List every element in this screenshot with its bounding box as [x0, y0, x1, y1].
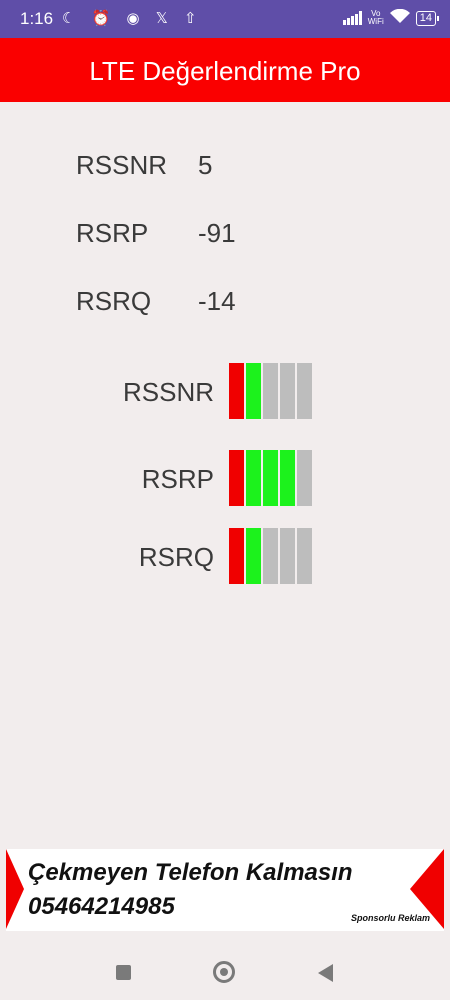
value-label: RSRP	[76, 218, 149, 248]
status-right: Vo WiFi 14	[342, 8, 440, 27]
value-row-rsrq: RSRQ -14	[76, 286, 236, 317]
app-title: LTE Değerlendirme Pro	[89, 56, 361, 86]
meter-segment	[280, 363, 295, 419]
meter-label: RSSNR	[122, 377, 214, 407]
meter-segment	[246, 450, 261, 506]
vowifi-icon: Vo WiFi	[368, 10, 384, 26]
status-bar: 1:16 ☾ ⏰ ◉ 𝕏 ⇧ Vo WiFi 14	[0, 0, 450, 38]
value-number: -14	[198, 286, 236, 316]
meter-segment	[229, 363, 244, 419]
back-button[interactable]	[318, 964, 333, 982]
meter-segment	[246, 363, 261, 419]
recents-button[interactable]	[116, 965, 131, 980]
vowifi-bottom: WiFi	[367, 17, 384, 26]
home-button[interactable]	[213, 961, 235, 983]
meter-segment	[229, 528, 244, 584]
value-label: RSSNR	[76, 150, 168, 180]
notification-icons: ☾ ⏰ ◉ 𝕏 ⇧	[62, 10, 203, 27]
ad-banner[interactable]: Çekmeyen Telefon Kalmasın 05464214985 Sp…	[6, 849, 444, 931]
meter-label: RSRP	[141, 464, 214, 494]
ad-phone: 05464214985	[28, 893, 175, 920]
meter-row-rsrq: RSRQ	[0, 528, 450, 588]
signal-icon	[342, 11, 362, 25]
meter-segment	[246, 528, 261, 584]
meter-segment	[297, 363, 312, 419]
value-number: 5	[198, 150, 213, 180]
navigation-bar	[0, 931, 450, 1000]
signal-meter	[229, 363, 314, 419]
value-label: RSRQ	[76, 286, 152, 316]
wifi-icon	[389, 8, 410, 27]
meter-row-rsrp: RSRP	[0, 450, 450, 510]
meter-segment	[263, 450, 278, 506]
ad-headline: Çekmeyen Telefon Kalmasın	[28, 859, 353, 886]
arrow-right-icon	[410, 849, 444, 929]
value-row-rsrp: RSRP -91	[76, 218, 236, 249]
value-number: -91	[198, 218, 236, 248]
meter-segment	[280, 528, 295, 584]
meter-segment	[229, 450, 244, 506]
value-row-rssnr: RSSNR 5	[76, 150, 212, 181]
battery-icon: 14	[415, 10, 440, 26]
meter-row-rssnr: RSSNR	[0, 363, 450, 423]
app-bar: LTE Değerlendirme Pro	[0, 38, 450, 102]
meter-segment	[280, 450, 295, 506]
meter-segment	[297, 450, 312, 506]
status-time: 1:16	[20, 9, 54, 28]
meter-segment	[263, 528, 278, 584]
signal-meter	[229, 450, 314, 506]
meter-segment	[263, 363, 278, 419]
arrow-left-icon	[6, 849, 24, 929]
meter-label: RSRQ	[138, 542, 214, 572]
signal-meter	[229, 528, 314, 584]
meter-segment	[297, 528, 312, 584]
